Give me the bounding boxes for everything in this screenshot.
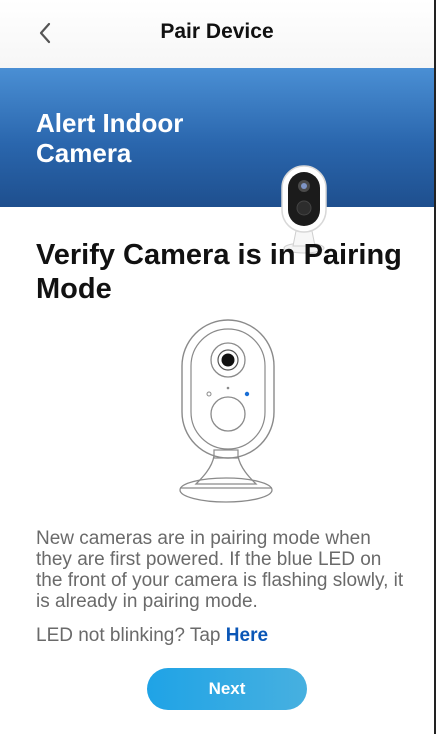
camera-outline-icon: [179, 319, 275, 503]
device-banner: Alert Indoor Camera: [0, 68, 434, 254]
led-indicator: [244, 391, 250, 397]
led-help-prefix: LED not blinking? Tap: [36, 625, 226, 646]
device-name: Alert Indoor Camera: [36, 108, 184, 168]
next-button[interactable]: Next: [147, 668, 307, 710]
instruction-text: New cameras are in pairing mode when the…: [36, 528, 404, 612]
page-title: Pair Device: [160, 20, 274, 43]
instruction-heading: Verify Camera is in Pairing Mode: [36, 239, 402, 305]
top-bar: Pair Device: [0, 0, 434, 68]
led-help-text: LED not blinking? Tap Here: [36, 625, 268, 647]
screen: Pair Device Alert Indoor Camera Verify C…: [0, 0, 436, 734]
here-link[interactable]: Here: [226, 625, 268, 646]
